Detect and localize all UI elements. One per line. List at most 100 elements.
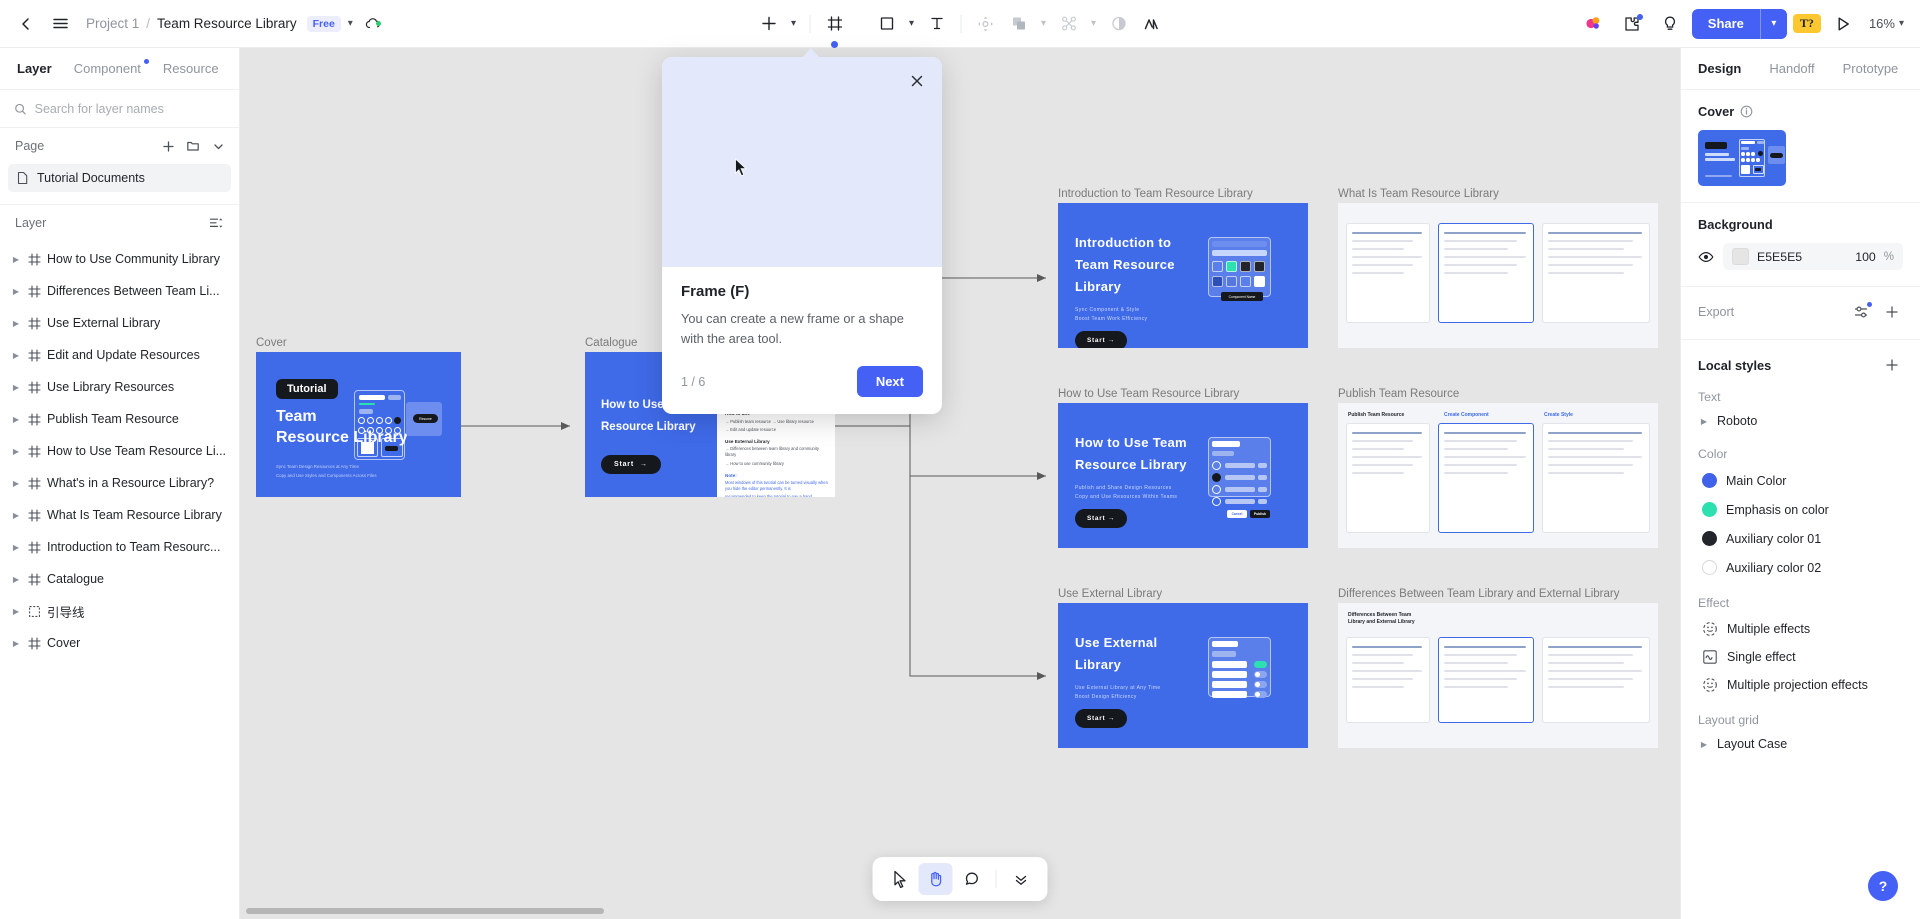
new-folder-button[interactable] bbox=[182, 135, 204, 157]
mask-tool[interactable] bbox=[1053, 8, 1085, 40]
layer-expand-caret-icon[interactable]: ▶ bbox=[10, 255, 22, 264]
publish-frame[interactable]: Publish Team ResourceCreate ComponentCre… bbox=[1338, 403, 1658, 548]
background-opacity-value[interactable]: 100 bbox=[1855, 250, 1876, 264]
layer-row[interactable]: ▶How to Use Team Resource Li... bbox=[0, 435, 239, 467]
export-settings-button[interactable] bbox=[1851, 301, 1873, 323]
mask-tool-chevron[interactable]: ▾ bbox=[1086, 8, 1102, 40]
layer-expand-caret-icon[interactable]: ▶ bbox=[10, 383, 22, 392]
layer-expand-caret-icon[interactable]: ▶ bbox=[10, 575, 22, 584]
zoom-control[interactable]: 16% ▾ bbox=[1865, 16, 1908, 31]
promo-cancel-button[interactable]: Cancel bbox=[1227, 510, 1247, 518]
differences-frame[interactable]: Differences Between Team Library and Ext… bbox=[1338, 603, 1658, 748]
layer-row[interactable]: ▶Cover bbox=[0, 627, 239, 659]
what-is-frame[interactable] bbox=[1338, 203, 1658, 348]
plugin-button[interactable] bbox=[1578, 8, 1610, 40]
layer-expand-caret-icon[interactable]: ▶ bbox=[10, 639, 22, 648]
catalogue-start-button[interactable]: Start→ bbox=[601, 455, 661, 474]
horizontal-scrollbar[interactable] bbox=[246, 908, 604, 914]
ai-tool[interactable] bbox=[1136, 8, 1168, 40]
layer-row[interactable]: ▶Publish Team Resource bbox=[0, 403, 239, 435]
breadcrumb-file[interactable]: Team Resource Library bbox=[157, 16, 297, 31]
tab-layer[interactable]: Layer bbox=[17, 61, 52, 76]
frame-tool[interactable] bbox=[819, 8, 851, 40]
layer-row[interactable]: ▶What Is Team Resource Library bbox=[0, 499, 239, 531]
add-page-button[interactable] bbox=[157, 135, 179, 157]
layer-row[interactable]: ▶What's in a Resource Library? bbox=[0, 467, 239, 499]
promo-start-button[interactable]: Start → bbox=[1075, 509, 1127, 528]
layer-expand-caret-icon[interactable]: ▶ bbox=[10, 351, 22, 360]
color-style-row[interactable]: Auxiliary color 02 bbox=[1698, 553, 1903, 582]
promo-toggle-on[interactable] bbox=[1254, 661, 1267, 668]
share-button[interactable]: Share bbox=[1692, 9, 1760, 39]
tab-prototype[interactable]: Prototype bbox=[1843, 61, 1899, 76]
collapse-pages-button[interactable] bbox=[207, 135, 229, 157]
select-tool[interactable] bbox=[883, 863, 917, 895]
color-style-row[interactable]: Main Color bbox=[1698, 466, 1903, 495]
tab-resource[interactable]: Resource bbox=[163, 61, 219, 76]
hand-tool[interactable] bbox=[919, 863, 953, 895]
extensions-button[interactable] bbox=[1616, 8, 1648, 40]
breadcrumb-project[interactable]: Project 1 bbox=[86, 16, 139, 31]
page-item-tutorial-documents[interactable]: Tutorial Documents bbox=[8, 164, 231, 192]
layer-expand-caret-icon[interactable]: ▶ bbox=[10, 447, 22, 456]
layout-case-item[interactable]: ▶ Layout Case bbox=[1698, 732, 1903, 756]
transform-tool[interactable] bbox=[970, 8, 1002, 40]
tutorial-badge[interactable]: T? bbox=[1793, 14, 1821, 33]
layer-row[interactable]: ▶Edit and Update Resources bbox=[0, 339, 239, 371]
promo-start-button[interactable]: Start → bbox=[1075, 709, 1127, 728]
layer-sort-button[interactable] bbox=[205, 212, 227, 234]
use-external-frame[interactable]: Use ExternalLibraryUse External Library … bbox=[1058, 603, 1308, 748]
add-export-button[interactable] bbox=[1881, 301, 1903, 323]
text-style-roboto[interactable]: ▶ Roboto bbox=[1698, 409, 1903, 433]
promo-publish-button[interactable]: Publish bbox=[1250, 510, 1270, 518]
introduction-frame[interactable]: Introduction toTeam ResourceLibrarySync … bbox=[1058, 203, 1308, 348]
cover-thumbnail[interactable] bbox=[1698, 130, 1786, 186]
effect-style-row[interactable]: Multiple projection effects bbox=[1698, 671, 1903, 699]
layer-list[interactable]: ▶How to Use Community Library▶Difference… bbox=[0, 241, 239, 919]
background-color-swatch[interactable] bbox=[1732, 248, 1749, 265]
main-menu-button[interactable] bbox=[44, 8, 76, 40]
effect-style-row[interactable]: Multiple effects bbox=[1698, 615, 1903, 643]
layer-expand-caret-icon[interactable]: ▶ bbox=[10, 415, 22, 424]
present-button[interactable] bbox=[1827, 8, 1859, 40]
eye-icon[interactable] bbox=[1698, 249, 1714, 265]
layer-expand-caret-icon[interactable]: ▶ bbox=[10, 607, 22, 616]
add-style-button[interactable] bbox=[1881, 354, 1903, 376]
component-tool[interactable] bbox=[1003, 8, 1035, 40]
breadcrumb-chevron-down-icon[interactable]: ▾ bbox=[348, 18, 353, 29]
layer-expand-caret-icon[interactable]: ▶ bbox=[10, 319, 22, 328]
layer-row[interactable]: ▶Use External Library bbox=[0, 307, 239, 339]
layer-row[interactable]: ▶Use Library Resources bbox=[0, 371, 239, 403]
color-style-row[interactable]: Auxiliary color 01 bbox=[1698, 524, 1903, 553]
layer-row[interactable]: ▶Catalogue bbox=[0, 563, 239, 595]
help-button[interactable]: ? bbox=[1868, 871, 1898, 901]
shape-tool[interactable] bbox=[871, 8, 903, 40]
info-circle-icon[interactable] bbox=[1740, 105, 1753, 118]
back-button[interactable] bbox=[10, 8, 42, 40]
layer-row[interactable]: ▶Introduction to Team Resourc... bbox=[0, 531, 239, 563]
promo-start-button[interactable]: Start → bbox=[1075, 331, 1127, 348]
background-hex-value[interactable]: E5E5E5 bbox=[1757, 250, 1847, 264]
contrast-tool[interactable] bbox=[1103, 8, 1135, 40]
background-color-control[interactable]: E5E5E5 100 % bbox=[1723, 243, 1903, 270]
how-to-use-frame[interactable]: How to Use TeamResource LibraryPublish a… bbox=[1058, 403, 1308, 548]
comment-tool[interactable] bbox=[955, 863, 989, 895]
layer-expand-caret-icon[interactable]: ▶ bbox=[10, 287, 22, 296]
layer-expand-caret-icon[interactable]: ▶ bbox=[10, 479, 22, 488]
effect-style-row[interactable]: Single effect bbox=[1698, 643, 1903, 671]
color-style-row[interactable]: Emphasis on color bbox=[1698, 495, 1903, 524]
tab-component[interactable]: Component bbox=[74, 61, 141, 76]
tab-handoff[interactable]: Handoff bbox=[1769, 61, 1814, 76]
cover-frame[interactable]: TutorialTeamResource LibrarySync Team De… bbox=[256, 352, 461, 497]
layer-row[interactable]: ▶Differences Between Team Li... bbox=[0, 275, 239, 307]
ideas-button[interactable] bbox=[1654, 8, 1686, 40]
more-tools-button[interactable] bbox=[1004, 863, 1038, 895]
canvas-area[interactable]: CoverTutorialTeamResource LibrarySync Te… bbox=[240, 48, 1680, 919]
component-tool-chevron[interactable]: ▾ bbox=[1036, 8, 1052, 40]
layer-row[interactable]: ▶引导线 bbox=[0, 595, 239, 627]
plan-badge[interactable]: Free bbox=[307, 16, 341, 32]
text-tool[interactable] bbox=[921, 8, 953, 40]
tab-design[interactable]: Design bbox=[1698, 61, 1741, 76]
popup-close-button[interactable] bbox=[906, 70, 928, 92]
shape-tool-chevron[interactable]: ▾ bbox=[904, 8, 920, 40]
